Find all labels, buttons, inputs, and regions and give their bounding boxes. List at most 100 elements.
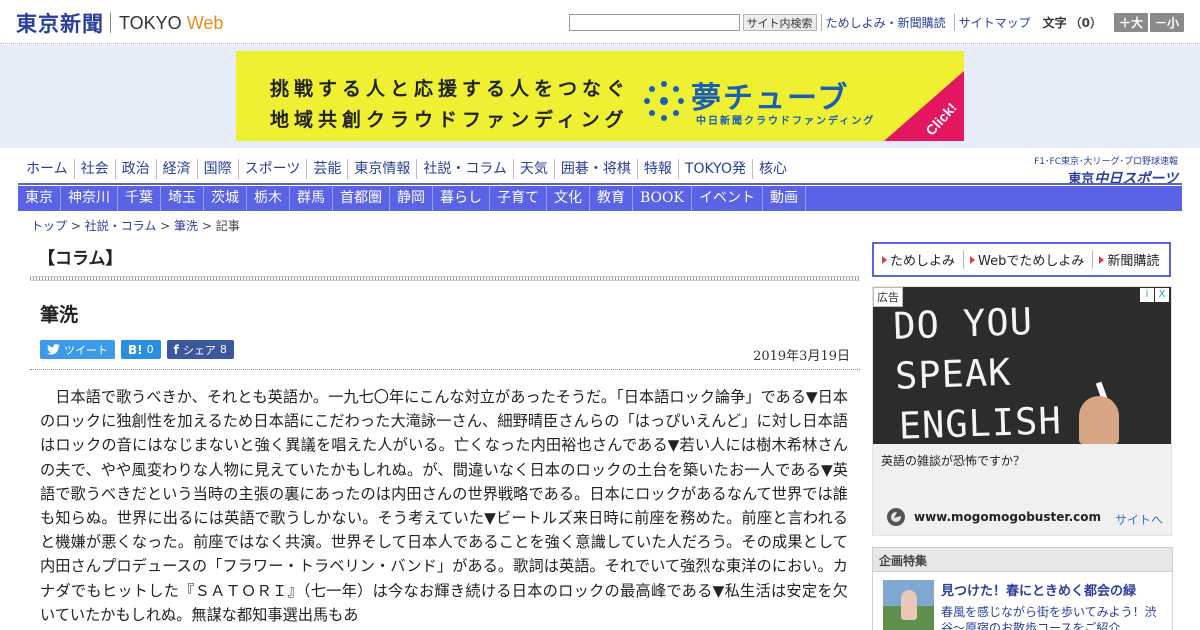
- breadcrumb-editorial[interactable]: 社説・コラム: [85, 219, 157, 233]
- feature-box: 企画特集 見つけた！春にときめく都会の緑 春風を感じながら街を歩いてみよう！渋谷…: [872, 547, 1173, 630]
- nav-divider: [18, 183, 1182, 185]
- ad-hand: [1079, 396, 1119, 444]
- article-body: 日本語で歌うべきか、それとも英語か。一九七〇年にこんな対立があったそうだ。「日本…: [40, 388, 848, 624]
- crowdfunding-banner[interactable]: 挑戦する人と応援する人をつなぐ 地域共創クラウドファンディング 夢チューブ 中日…: [236, 51, 964, 141]
- ad-image-chalkboard[interactable]: DO YOU SPEAK ENGLISH ? 広告 i X: [873, 287, 1171, 444]
- nav-item-economy[interactable]: 経済: [155, 159, 197, 179]
- facebook-share-button[interactable]: f シェア 8: [166, 340, 234, 359]
- nav-item-society[interactable]: 社会: [73, 159, 115, 179]
- site-search-button[interactable]: サイト内検索: [742, 14, 817, 31]
- feature-title[interactable]: 見つけた！春にときめく都会の緑: [941, 580, 1136, 599]
- region-item-chiba[interactable]: 千葉: [118, 186, 161, 211]
- nav-item-editorial[interactable]: 社説・コラム: [416, 159, 513, 179]
- share-bar: ツイート B! 0 f シェア 8: [40, 340, 234, 359]
- nav-item-international[interactable]: 国際: [196, 159, 238, 179]
- region-item-education[interactable]: 教育: [590, 186, 633, 211]
- breadcrumb-hissen[interactable]: 筆洗: [174, 219, 198, 233]
- promo-subscribe[interactable]: 新聞購読: [1092, 250, 1167, 269]
- ad-badge: 広告: [873, 287, 903, 307]
- banner-brand-sub: 中日新聞クラウドファンディング: [696, 116, 876, 127]
- nav-item-tokyo-hatsu[interactable]: TOKYO発: [677, 159, 752, 179]
- link-sitemap[interactable]: サイトマップ: [953, 14, 1035, 31]
- font-smaller-button[interactable]: －小: [1149, 13, 1184, 32]
- region-item-event[interactable]: イベント: [692, 186, 763, 211]
- font-size-count: （0）: [1069, 16, 1102, 30]
- ad-footer: www.mogomogobuster.com サイトへ: [873, 504, 1171, 534]
- ad-domain[interactable]: www.mogomogobuster.com: [914, 510, 1101, 524]
- site-logo[interactable]: 東京新聞 TOKYO Web: [16, 8, 223, 38]
- region-item-video[interactable]: 動画: [763, 186, 806, 211]
- region-item-ibaraki[interactable]: 茨城: [204, 186, 247, 211]
- breadcrumb-sep: >: [67, 219, 85, 233]
- site-search-input[interactable]: [568, 14, 740, 31]
- region-item-gunma[interactable]: 群馬: [290, 186, 333, 211]
- nav-item-weather[interactable]: 天気: [512, 159, 554, 179]
- section-title: 【コラム】: [38, 249, 123, 269]
- triangle-right-icon: [970, 255, 976, 264]
- ad-visit-link[interactable]: サイトへ: [1115, 511, 1163, 528]
- triangle-right-icon: [1099, 255, 1105, 264]
- feature-description[interactable]: 春風を感じながら街を歩いてみよう！渋谷～原宿のお散歩コースをご紹介: [941, 604, 1166, 630]
- banner-brand: 夢チューブ: [691, 81, 850, 116]
- region-item-parenting[interactable]: 子育て: [490, 186, 547, 211]
- nav-item-sports[interactable]: スポーツ: [237, 159, 307, 179]
- breadcrumb-top[interactable]: トップ: [31, 219, 67, 233]
- nav-item-special-report[interactable]: 特報: [636, 159, 678, 179]
- feature-thumbnail[interactable]: [883, 580, 934, 630]
- promo-trial[interactable]: ためしよみ: [882, 250, 963, 269]
- hatena-bookmark-button[interactable]: B! 0: [121, 340, 161, 359]
- nav-item-kakushin[interactable]: 核心: [751, 159, 793, 179]
- ad-close-icon[interactable]: X: [1155, 288, 1169, 302]
- english-ad[interactable]: DO YOU SPEAK ENGLISH ? 広告 i X 英語の雑談が恐怖です…: [872, 286, 1172, 536]
- logo-divider: [110, 13, 111, 33]
- region-item-shizuoka[interactable]: 静岡: [390, 186, 433, 211]
- nav-item-politics[interactable]: 政治: [114, 159, 156, 179]
- logo-web[interactable]: Web: [187, 13, 224, 34]
- dream-tube-dots-icon: [644, 81, 684, 121]
- region-item-living[interactable]: 暮らし: [433, 186, 490, 211]
- ad-caption[interactable]: 英語の雑談が恐怖ですか？: [881, 452, 1025, 469]
- primary-nav: ホーム 社会 政治 経済 国際 スポーツ 芸能 東京情報 社説・コラム 天気 囲…: [20, 159, 793, 179]
- region-item-kanagawa[interactable]: 神奈川: [61, 186, 118, 211]
- logo-wordmark[interactable]: 東京新聞: [16, 8, 104, 38]
- promo-web-trial[interactable]: Webでためしよみ: [963, 250, 1092, 269]
- ad-chalkboard-text: DO YOU SPEAK ENGLISH ?: [892, 292, 1171, 444]
- chunichi-tagline: F1･FC東京･大リーグ･プロ野球速報: [1034, 157, 1178, 167]
- facebook-icon: f: [173, 342, 179, 357]
- article-divider: [30, 369, 860, 370]
- promo-trial-label: ためしよみ: [890, 254, 956, 269]
- hatena-count: 0: [146, 343, 154, 356]
- triangle-right-icon: [882, 255, 887, 264]
- breadcrumb-sep: >: [198, 219, 216, 233]
- tweet-button[interactable]: ツイート: [40, 340, 115, 359]
- region-item-culture[interactable]: 文化: [547, 186, 590, 211]
- promo-subscribe-label: 新聞購読: [1107, 254, 1160, 269]
- font-size-label: 文字: [1042, 16, 1067, 30]
- facebook-share-label: シェア: [182, 343, 216, 357]
- nav-item-go-shogi[interactable]: 囲碁・将棋: [553, 159, 637, 179]
- link-trial-subscribe[interactable]: ためしよみ・新聞購読: [820, 14, 950, 31]
- region-item-saitama[interactable]: 埼玉: [161, 186, 204, 211]
- tweet-label: ツイート: [64, 343, 108, 357]
- banner-tagline-2: 地域共創クラウドファンディング: [270, 109, 629, 131]
- article-title: 筆洗: [40, 304, 79, 326]
- nav-item-tokyo-info[interactable]: 東京情報: [347, 159, 416, 179]
- chunichi-logo: 東京中日スポーツ: [1034, 168, 1178, 188]
- region-item-book[interactable]: BOOK: [633, 186, 692, 211]
- font-larger-button[interactable]: ＋大: [1113, 13, 1148, 32]
- nav-item-home[interactable]: ホーム: [20, 159, 74, 179]
- region-item-tokyo[interactable]: 東京: [18, 186, 61, 211]
- twitter-icon: [47, 344, 60, 355]
- region-item-tochigi[interactable]: 栃木: [247, 186, 290, 211]
- ad-choices[interactable]: i X: [1140, 288, 1169, 302]
- nav-item-entertainment[interactable]: 芸能: [306, 159, 347, 179]
- site-header: 東京新聞 TOKYO Web サイト内検索 ためしよみ・新聞購読 サイトマップ …: [0, 0, 1200, 44]
- banner-area: 挑戦する人と応援する人をつなぐ 地域共創クラウドファンディング 夢チューブ 中日…: [0, 45, 1200, 148]
- logo-tokyo[interactable]: TOKYO: [119, 13, 182, 34]
- ad-info-icon[interactable]: i: [1140, 288, 1154, 302]
- breadcrumb: トップ > 社説・コラム > 筆洗 > 記事: [31, 217, 240, 234]
- region-item-shutoken[interactable]: 首都圏: [333, 186, 390, 211]
- ad-board-line-1: DO YOU SPEAK: [892, 299, 1034, 398]
- section-divider: [30, 276, 860, 281]
- globe-icon: [887, 508, 905, 526]
